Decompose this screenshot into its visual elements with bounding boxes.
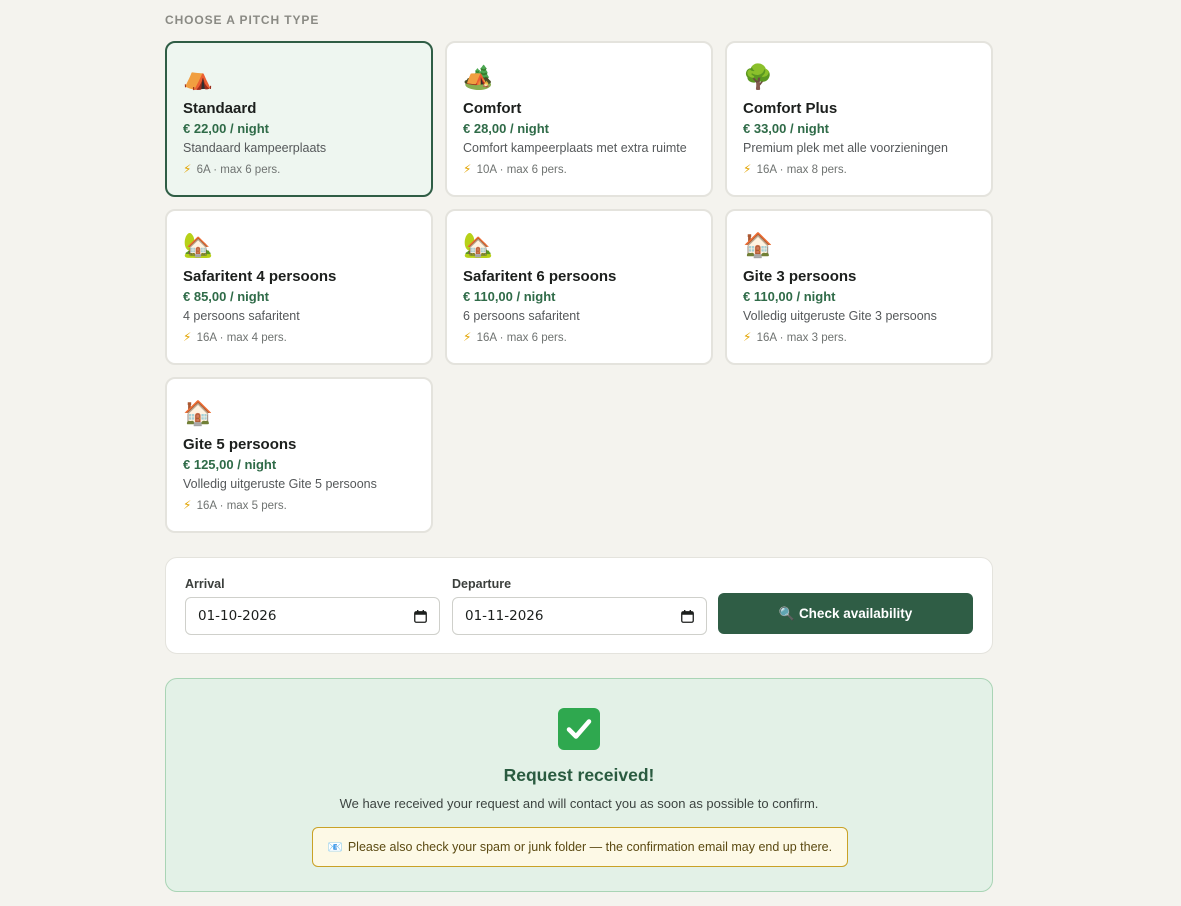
pitch-description: Volledig uitgeruste Gite 3 persoons bbox=[743, 309, 937, 323]
pitch-meta: ⚡ 10A · max 6 pers. bbox=[463, 161, 695, 178]
pitch-price: € 33,00 / night bbox=[743, 121, 829, 136]
pitch-price: € 85,00 / night bbox=[183, 289, 269, 304]
check-availability-label: Check availability bbox=[798, 606, 913, 621]
pitch-meta-text: 16A · max 8 pers. bbox=[756, 164, 847, 176]
pitch-grid: ⛺ Standaard € 22,00 / night Standaard kampe… bbox=[165, 41, 993, 533]
lightning-icon: ⚡ bbox=[463, 162, 472, 176]
calendar-icon[interactable] bbox=[414, 609, 427, 623]
confirmation-text: We have received your request and will c… bbox=[339, 796, 819, 811]
pitch-emoji-icon: 🏕️ bbox=[463, 64, 493, 91]
pitch-description: Standaard kampeerplaats bbox=[183, 141, 327, 155]
pitch-card[interactable]: 🏡 Safaritent 4 persoons € 85,00 / night 4 p… bbox=[165, 209, 433, 365]
lightning-icon: ⚡ bbox=[743, 162, 752, 176]
pitch-card[interactable]: 🏡 Safaritent 6 persoons € 110,00 / night 6 … bbox=[445, 209, 713, 365]
departure-field-group: Departure 01-11-2026 bbox=[452, 577, 707, 635]
lightning-icon: ⚡ bbox=[183, 330, 192, 344]
pitch-meta-text: 16A · max 4 pers. bbox=[196, 332, 287, 344]
spam-notice-text: Please also check your spam or junk fold… bbox=[347, 840, 833, 854]
pitch-name: Standaard bbox=[183, 100, 257, 117]
pitch-meta: ⚡ 16A · max 8 pers. bbox=[743, 161, 975, 178]
pitch-emoji-icon: 🏠 bbox=[183, 400, 213, 427]
arrival-field-group: Arrival 01-10-2026 bbox=[185, 577, 440, 635]
lightning-icon: ⚡ bbox=[183, 498, 192, 512]
pitch-description: Comfort kampeerplaats met extra ruimte bbox=[463, 141, 687, 155]
pitch-price: € 28,00 / night bbox=[463, 121, 549, 136]
pitch-card[interactable]: 🏠 Gite 5 persoons € 125,00 / night Volledig… bbox=[165, 377, 433, 533]
departure-label: Departure bbox=[452, 577, 512, 591]
availability-form: Arrival 01-10-2026 Departure 01-11-2026 … bbox=[165, 557, 993, 654]
pitch-card[interactable]: 🏕️ Comfort € 28,00 / night Comfort kampeerp… bbox=[445, 41, 713, 197]
lightning-icon: ⚡ bbox=[743, 330, 752, 344]
search-icon: 🔍 bbox=[778, 605, 795, 621]
arrival-label: Arrival bbox=[185, 577, 225, 591]
spam-notice: 📧 Please also check your spam or junk fo… bbox=[312, 827, 848, 867]
departure-date-input[interactable]: 01-11-2026 bbox=[452, 597, 707, 635]
pitch-emoji-icon: 🏡 bbox=[183, 232, 213, 259]
pitch-description: Volledig uitgeruste Gite 5 persoons bbox=[183, 477, 377, 491]
pitch-emoji-icon: 🌳 bbox=[743, 64, 773, 91]
pitch-price: € 110,00 / night bbox=[743, 289, 836, 304]
pitch-name: Gite 5 persoons bbox=[183, 436, 297, 453]
pitch-emoji-icon: 🏡 bbox=[463, 232, 493, 259]
pitch-name: Comfort bbox=[463, 100, 522, 117]
pitch-meta: ⚡ 16A · max 5 pers. bbox=[183, 497, 415, 514]
pitch-meta-text: 16A · max 3 pers. bbox=[756, 332, 847, 344]
arrival-date-input[interactable]: 01-10-2026 bbox=[185, 597, 440, 635]
lightning-icon: ⚡ bbox=[463, 330, 472, 344]
pitch-meta-text: 16A · max 5 pers. bbox=[196, 500, 287, 512]
pitch-price: € 125,00 / night bbox=[183, 457, 277, 472]
pitch-emoji-icon: ⛺ bbox=[183, 64, 213, 91]
calendar-icon[interactable] bbox=[681, 609, 694, 623]
pitch-description: 4 persoons safaritent bbox=[183, 309, 300, 323]
pitch-meta: ⚡ 6A · max 6 pers. bbox=[183, 161, 415, 178]
departure-date-value: 01-11-2026 bbox=[465, 608, 544, 624]
pitch-meta-text: 10A · max 6 pers. bbox=[476, 164, 567, 176]
pitch-card[interactable]: 🏠 Gite 3 persoons € 110,00 / night Volledig… bbox=[725, 209, 993, 365]
pitch-description: Premium plek met alle voorzieningen bbox=[743, 141, 948, 155]
mail-icon: 📧 bbox=[327, 840, 343, 854]
pitch-meta: ⚡ 16A · max 4 pers. bbox=[183, 329, 415, 346]
pitch-emoji-icon: 🏠 bbox=[743, 232, 773, 259]
pitch-price: € 110,00 / night bbox=[463, 289, 556, 304]
confirmation-panel: Request received! We have received your … bbox=[165, 678, 993, 892]
pitch-card[interactable]: 🌳 Comfort Plus € 33,00 / night Premium plek… bbox=[725, 41, 993, 197]
pitch-meta: ⚡ 16A · max 3 pers. bbox=[743, 329, 975, 346]
pitch-name: Comfort Plus bbox=[743, 100, 838, 117]
lightning-icon: ⚡ bbox=[183, 162, 192, 176]
confirmation-title: Request received! bbox=[503, 765, 655, 785]
pitch-meta: ⚡ 16A · max 6 pers. bbox=[463, 329, 695, 346]
pitch-name: Gite 3 persoons bbox=[743, 268, 857, 285]
pitch-price: € 22,00 / night bbox=[183, 121, 269, 136]
arrival-date-value: 01-10-2026 bbox=[198, 608, 277, 624]
pitch-name: Safaritent 4 persoons bbox=[183, 268, 337, 285]
check-availability-button[interactable]: 🔍 Check availability bbox=[718, 593, 973, 634]
pitch-description: 6 persoons safaritent bbox=[463, 309, 580, 323]
pitch-name: Safaritent 6 persoons bbox=[463, 268, 617, 285]
section-title: CHOOSE A PITCH TYPE bbox=[165, 13, 320, 27]
pitch-meta-text: 6A · max 6 pers. bbox=[196, 164, 281, 176]
pitch-meta-text: 16A · max 6 pers. bbox=[476, 332, 567, 344]
check-mark-icon bbox=[558, 708, 600, 750]
pitch-card[interactable]: ⛺ Standaard € 22,00 / night Standaard kampe… bbox=[165, 41, 433, 197]
